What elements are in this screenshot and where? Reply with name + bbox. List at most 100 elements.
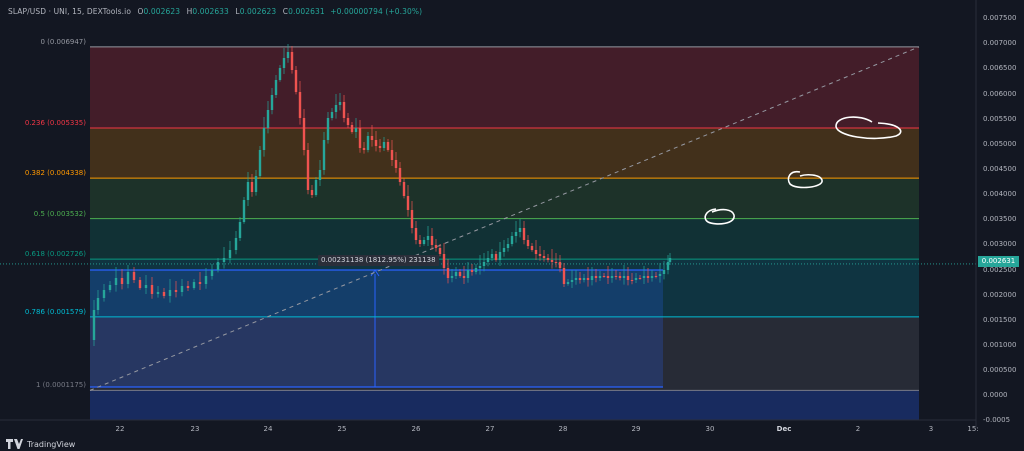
candle-body xyxy=(294,70,298,92)
candle-body xyxy=(410,210,414,228)
price-axis-tick: 0.0000 xyxy=(983,391,1008,400)
price-axis-tick: 0.001000 xyxy=(983,341,1017,349)
branding-text: TradingView xyxy=(27,439,76,449)
candle-body xyxy=(474,268,478,272)
chart-window[interactable]: SLAP/USD · UNI, 15, DEXTools.io O0.00262… xyxy=(0,0,1024,451)
candle-body xyxy=(310,190,314,195)
candle-body xyxy=(326,118,330,140)
candle-body xyxy=(462,276,466,278)
price-chart-canvas[interactable] xyxy=(0,0,1024,451)
fib-level-label: 0 (0.006947) xyxy=(40,37,86,46)
candle-body xyxy=(490,254,494,258)
candle-body xyxy=(406,196,410,210)
candle-body xyxy=(610,276,614,278)
fib-extension-band xyxy=(90,390,919,420)
tradingview-branding[interactable]: TradingView xyxy=(6,439,75,449)
candle-body xyxy=(666,262,670,270)
candle-body xyxy=(286,52,290,58)
candle-body xyxy=(390,150,394,160)
candle-body xyxy=(162,292,166,296)
candle-body xyxy=(614,276,618,277)
candle-body xyxy=(204,276,208,284)
candle-body xyxy=(514,232,518,236)
candle-body xyxy=(586,278,590,280)
candle-body xyxy=(494,254,498,260)
fib-band xyxy=(90,218,919,260)
candle-body xyxy=(630,280,634,281)
tradingview-logo-icon xyxy=(6,439,23,449)
candle-body xyxy=(262,128,266,150)
candle-body xyxy=(446,268,450,278)
candle-body xyxy=(102,290,106,298)
candle-body xyxy=(150,285,154,294)
fib-level-label: 0.5 (0.003532) xyxy=(33,209,86,218)
candle-body xyxy=(566,282,570,284)
candle-body xyxy=(526,240,530,246)
candle-body xyxy=(242,200,246,222)
candle-body xyxy=(458,272,462,276)
candle-body xyxy=(434,245,438,248)
candle-body xyxy=(138,280,142,288)
candle-body xyxy=(238,222,242,238)
price-axis-tick: -0.0005 xyxy=(983,416,1011,425)
candle-body xyxy=(418,240,422,244)
price-axis-tick: 0.000500 xyxy=(983,366,1017,375)
candle-body xyxy=(618,276,622,278)
candle-body xyxy=(126,272,130,284)
candle-body xyxy=(96,298,100,310)
price-axis-tick: 0.004500 xyxy=(983,164,1017,173)
candle-body xyxy=(602,276,606,277)
candle-body xyxy=(246,182,250,200)
time-axis-tick: 28 xyxy=(558,425,568,433)
price-axis-tick: 0.007000 xyxy=(983,39,1017,48)
candle-body xyxy=(346,118,350,125)
candle-body xyxy=(216,262,220,270)
candle-body xyxy=(650,276,654,278)
candle-body xyxy=(590,276,594,280)
candle-body xyxy=(318,170,322,180)
candle-body xyxy=(144,285,148,288)
price-axis-tick: 0.002000 xyxy=(983,290,1017,299)
candle-body xyxy=(174,290,178,292)
time-axis-tick: 30 xyxy=(705,425,715,433)
candle-body xyxy=(222,258,226,262)
candle-body xyxy=(506,244,510,248)
time-axis-tick: 15: xyxy=(967,425,979,433)
candle-body xyxy=(442,254,446,268)
candle-body xyxy=(598,276,602,278)
price-axis-tick: 0.005000 xyxy=(983,139,1017,148)
time-axis-tick: 3 xyxy=(928,425,934,433)
candle-body xyxy=(626,276,630,280)
candle-body xyxy=(546,258,550,260)
candle-body xyxy=(120,278,124,284)
candle-body xyxy=(306,150,310,190)
time-axis-tick: 2 xyxy=(855,425,861,433)
fib-band xyxy=(90,178,919,219)
candle-body xyxy=(430,236,434,245)
candle-body xyxy=(132,272,136,280)
candle-body xyxy=(394,160,398,168)
candle-body xyxy=(422,240,426,244)
candle-body xyxy=(638,278,642,279)
candle-body xyxy=(530,246,534,250)
fib-level-label: 0.786 (0.001579) xyxy=(24,307,86,316)
candle-body xyxy=(646,276,650,278)
candle-body xyxy=(258,150,262,176)
candle-body xyxy=(334,105,338,112)
candle-body xyxy=(374,140,378,146)
price-axis-tick: 0.005500 xyxy=(983,114,1017,123)
candle-body xyxy=(282,58,286,68)
candle-body xyxy=(386,142,390,150)
candle-body xyxy=(450,276,454,278)
measure-readout: 0.00231138 (1812.95%) 231138 xyxy=(318,255,439,266)
time-axis-tick: Dec xyxy=(776,425,792,433)
candle-body xyxy=(478,266,482,268)
fib-level-label: 0.382 (0.004338) xyxy=(24,169,86,178)
candle-body xyxy=(254,176,258,192)
candle-body xyxy=(342,102,346,118)
candle-body xyxy=(270,95,274,110)
candle-body xyxy=(438,248,442,254)
candle-body xyxy=(278,68,282,80)
candle-body xyxy=(338,102,342,105)
candle-body xyxy=(662,270,666,274)
